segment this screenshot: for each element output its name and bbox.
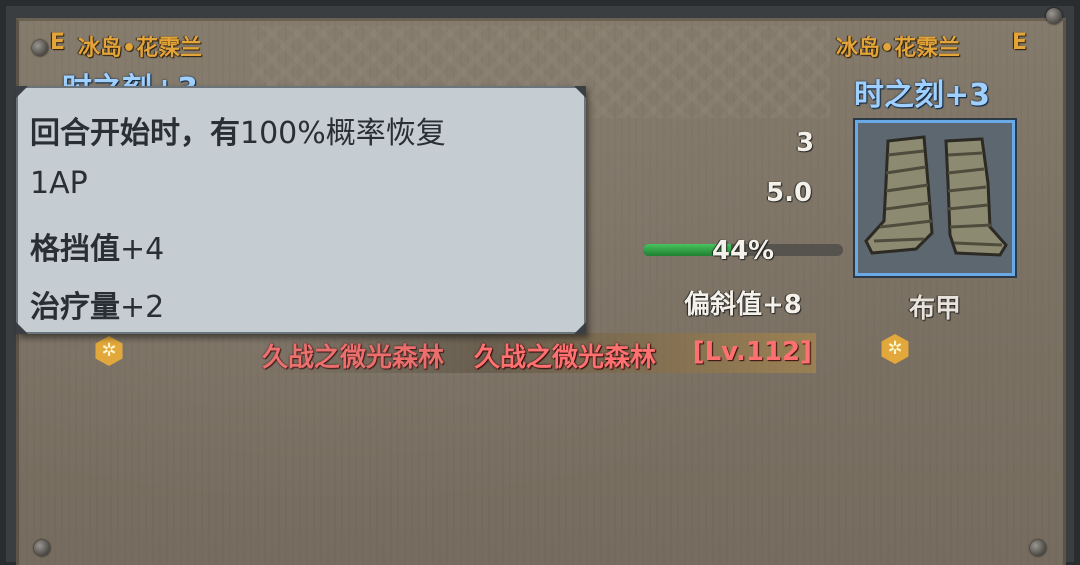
item-type-label: 布甲 (908, 294, 961, 324)
corner-bolt-icon (1030, 540, 1046, 556)
corner-bolt-icon (1046, 8, 1062, 24)
tooltip-line-4-rest: +2 (120, 290, 165, 325)
tooltip-corner (574, 322, 586, 334)
tooltip-line-4: 治疗量+2 (30, 282, 164, 326)
set-name: 久战之微光森林 (474, 343, 657, 373)
tooltip-line-1: 回合开始时，有100%概率恢复 (30, 108, 446, 152)
tooltip-line-1-rest: 100%概率恢复 (240, 116, 446, 151)
right-owner-name: 冰岛•花霂兰 (836, 36, 961, 61)
durability-label: 44% (711, 236, 775, 266)
tooltip-line-2: 1AP (30, 166, 88, 201)
tooltip-line-3-bold: 格挡值 (30, 232, 120, 267)
set-level: [Lv.112] (692, 337, 812, 367)
tooltip-line-3-rest: +4 (120, 232, 165, 267)
set-name-banner: 久战之微光森林 久战之微光森林 [Lv.112] (260, 333, 816, 373)
tooltip-line-1-bold: 回合开始时，有 (30, 116, 240, 151)
tooltip-line-4-bold: 治疗量 (30, 290, 120, 325)
right-slot-letter: E (1012, 30, 1028, 55)
left-owner-name: 冰岛•花霂兰 (78, 36, 203, 61)
corner-bolt-icon (34, 540, 50, 556)
set-name-faded: 久战之微光森林 (262, 343, 445, 373)
corner-bolt-icon (32, 40, 48, 56)
cloth-boots-icon (858, 123, 1012, 273)
durability-bar: 44% (643, 236, 843, 266)
right-enchant: 时之刻+3 (854, 78, 991, 113)
tooltip-line-3: 格挡值+4 (30, 224, 164, 268)
tooltip-corner (16, 86, 28, 98)
tooltip-corner (16, 322, 28, 334)
deflect-stat: 偏斜值+8 (684, 290, 802, 320)
buff-tooltip: 回合开始时，有100%概率恢复 1AP 格挡值+4 治疗量+2 (16, 86, 586, 334)
stat-value-2: 5.0 (766, 178, 813, 208)
tooltip-corner (574, 86, 586, 98)
left-slot-letter: E (50, 30, 66, 55)
stat-value-1: 3 (796, 128, 815, 158)
item-slot[interactable] (855, 120, 1015, 276)
